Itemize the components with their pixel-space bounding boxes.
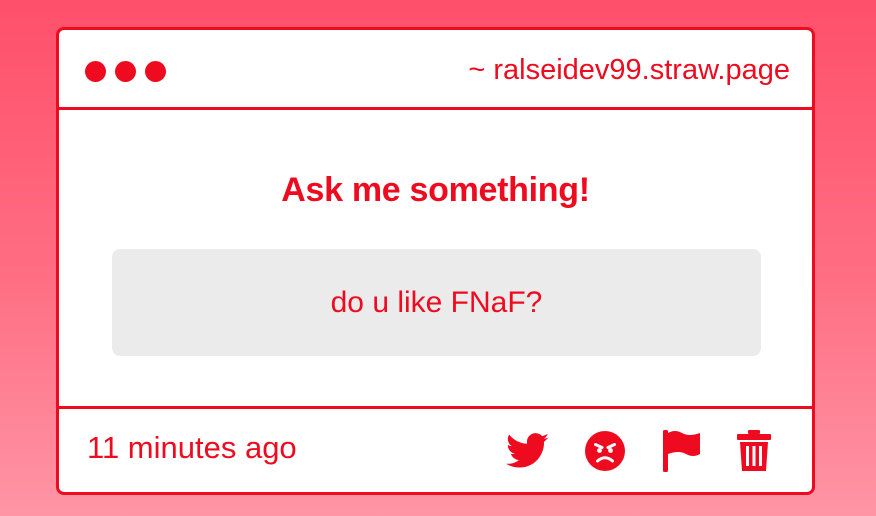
- angry-face-icon: [585, 431, 625, 471]
- question-box: do u like FNaF?: [112, 249, 761, 356]
- timestamp: 11 minutes ago: [87, 430, 297, 465]
- trash-icon: [737, 430, 771, 471]
- flag-icon: [663, 430, 700, 472]
- window-dot: [85, 61, 106, 82]
- window-controls: [85, 61, 166, 82]
- block-user-button[interactable]: [584, 430, 626, 472]
- action-bar: [506, 429, 772, 473]
- twitter-icon: [506, 433, 549, 468]
- delete-button[interactable]: [736, 430, 772, 472]
- window-header: ~ ralseidev99.straw.page: [59, 30, 812, 110]
- page-title: Ask me something!: [281, 171, 590, 209]
- window-dot: [115, 61, 136, 82]
- page-url: ~ ralseidev99.straw.page: [468, 54, 790, 86]
- question-card: ~ ralseidev99.straw.page Ask me somethin…: [56, 27, 815, 495]
- twitter-share-button[interactable]: [506, 433, 550, 469]
- card-footer: 11 minutes ago: [59, 406, 812, 492]
- report-button[interactable]: [660, 429, 702, 473]
- window-dot: [145, 61, 166, 82]
- question-text: do u like FNaF?: [330, 285, 543, 319]
- question-content: Ask me something! do u like FNaF?: [59, 110, 812, 409]
